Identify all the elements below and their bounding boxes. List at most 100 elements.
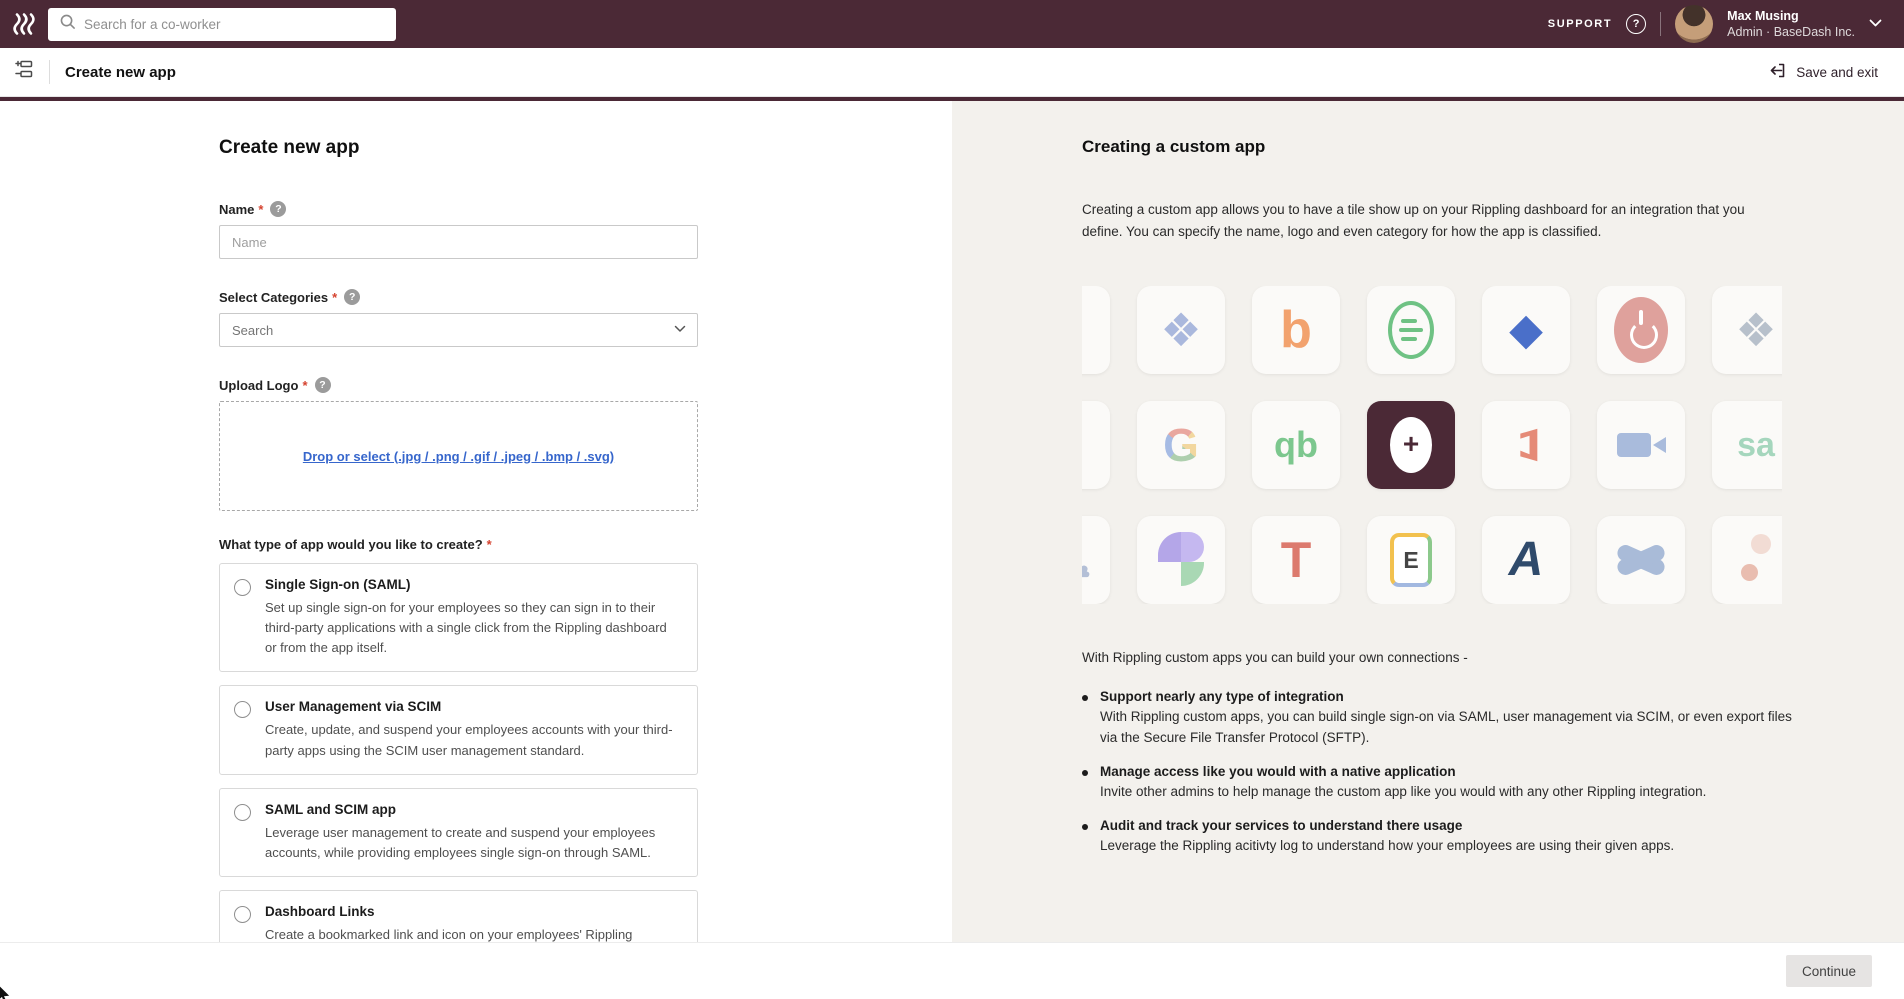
app-qb-tile: qb bbox=[1252, 401, 1340, 489]
option-description: Set up single sign-on for your employees… bbox=[265, 598, 679, 658]
app-a-icon: A bbox=[1509, 536, 1544, 584]
mouse-cursor bbox=[0, 984, 15, 999]
save-and-exit-label: Save and exit bbox=[1796, 65, 1878, 80]
app-sa-icon: sa bbox=[1737, 428, 1775, 462]
option-title: Dashboard Links bbox=[265, 904, 679, 919]
user-avatar[interactable] bbox=[1675, 5, 1713, 43]
custom-app-icon: + bbox=[1390, 417, 1432, 473]
info-heading: Creating a custom app bbox=[1082, 137, 1904, 157]
app-b-icon: b bbox=[1280, 304, 1312, 356]
app-cloud-icon: ☁ bbox=[1082, 534, 1092, 586]
app-lines-oval-tile bbox=[1367, 286, 1455, 374]
option-title: SAML and SCIM app bbox=[265, 802, 679, 817]
app-cloud-tile: ☁ bbox=[1082, 516, 1110, 604]
topbar-divider bbox=[1660, 12, 1661, 36]
app-diamonds-icon: ❖ bbox=[1735, 307, 1776, 353]
radio-button[interactable] bbox=[234, 906, 251, 923]
app-t-tile: T bbox=[1252, 516, 1340, 604]
support-help-icon[interactable]: ? bbox=[1626, 14, 1646, 34]
bullet-audit-track: Audit and track your services to underst… bbox=[1082, 818, 1792, 857]
app-diamonds-tile: ❖ bbox=[1712, 286, 1782, 374]
page-header: Create new app Save and exit bbox=[0, 48, 1904, 97]
categories-label: Select Categories bbox=[219, 290, 328, 305]
app-grid-inner: 1❖b◆❖roGqb+sa☁TEA bbox=[1082, 286, 1782, 604]
bullet-title: Audit and track your services to underst… bbox=[1100, 818, 1674, 833]
app-type-question: What type of app would you like to creat… bbox=[219, 537, 483, 552]
app-icon-grid: 1❖b◆❖roGqb+sa☁TEA bbox=[1082, 286, 1782, 604]
app-t-icon: T bbox=[1281, 535, 1312, 585]
app-qb-icon: qb bbox=[1274, 427, 1318, 463]
option-saml-and-scim[interactable]: SAML and SCIM app Leverage user manageme… bbox=[219, 788, 698, 877]
chevron-down-icon[interactable] bbox=[1869, 15, 1882, 33]
app-petals-tile bbox=[1137, 516, 1225, 604]
app-a-tile: A bbox=[1482, 516, 1570, 604]
option-single-sign-on-saml[interactable]: Single Sign-on (SAML) Set up single sign… bbox=[219, 563, 698, 672]
required-asterisk: * bbox=[258, 202, 263, 217]
app-ro-tile: ro bbox=[1082, 401, 1110, 489]
categories-field-group: Select Categories * ? bbox=[219, 289, 698, 347]
bullet-body: Leverage the Rippling acitivty log to un… bbox=[1100, 836, 1674, 857]
app-dots-icon bbox=[1741, 532, 1771, 588]
user-name: Max Musing bbox=[1727, 8, 1855, 24]
app-e-icon: E bbox=[1390, 533, 1432, 587]
coworker-search[interactable] bbox=[48, 8, 396, 41]
exit-icon bbox=[1768, 61, 1787, 83]
option-dashboard-links[interactable]: Dashboard Links Create a bookmarked link… bbox=[219, 890, 698, 942]
bullet-title: Manage access like you would with a nati… bbox=[1100, 764, 1706, 779]
app-power-icon bbox=[1614, 297, 1668, 363]
option-description: Leverage user management to create and s… bbox=[265, 823, 679, 863]
create-app-list-icon[interactable] bbox=[13, 59, 34, 85]
logo-dropzone[interactable]: Drop or select (.jpg / .png / .gif / .jp… bbox=[219, 401, 698, 511]
required-asterisk: * bbox=[302, 378, 307, 393]
logo-help-icon[interactable]: ? bbox=[315, 377, 331, 393]
top-bar: SUPPORT ? Max Musing Admin · BaseDash In… bbox=[0, 0, 1904, 48]
radio-button[interactable] bbox=[234, 701, 251, 718]
categories-select[interactable] bbox=[219, 313, 698, 347]
app-office-tile bbox=[1482, 401, 1570, 489]
name-help-icon[interactable]: ? bbox=[270, 201, 286, 217]
wizard-footer: Continue bbox=[0, 942, 1904, 999]
app-lines-oval-icon bbox=[1388, 301, 1434, 359]
name-input[interactable] bbox=[219, 225, 698, 259]
bullet-icon bbox=[1082, 695, 1088, 701]
app-power-tile bbox=[1597, 286, 1685, 374]
bullet-body: Invite other admins to help manage the c… bbox=[1100, 782, 1706, 803]
app-b-tile: b bbox=[1252, 286, 1340, 374]
rippling-logo[interactable] bbox=[12, 11, 38, 37]
bullet-integration: Support nearly any type of integration W… bbox=[1082, 689, 1792, 749]
app-videocam-icon bbox=[1617, 433, 1651, 457]
bullet-icon bbox=[1082, 770, 1088, 776]
continue-button[interactable]: Continue bbox=[1786, 955, 1872, 987]
bullet-manage-access: Manage access like you would with a nati… bbox=[1082, 764, 1792, 803]
connections-line: With Rippling custom apps you can build … bbox=[1082, 650, 1904, 665]
app-e-tile: E bbox=[1367, 516, 1455, 604]
option-title: Single Sign-on (SAML) bbox=[265, 577, 679, 592]
app-one-tile: 1 bbox=[1082, 286, 1110, 374]
logo-upload-link[interactable]: Drop or select (.jpg / .png / .gif / .jp… bbox=[303, 449, 614, 464]
option-user-management-scim[interactable]: User Management via SCIM Create, update,… bbox=[219, 685, 698, 774]
user-role: Admin · BaseDash Inc. bbox=[1727, 24, 1855, 40]
app-google-icon: G bbox=[1163, 422, 1199, 468]
app-x-icon bbox=[1616, 537, 1666, 583]
app-videocam-tile bbox=[1597, 401, 1685, 489]
search-icon bbox=[59, 13, 76, 35]
app-ro-icon: ro bbox=[1082, 428, 1083, 462]
logo-field-group: Upload Logo * ? Drop or select (.jpg / .… bbox=[219, 377, 698, 511]
account-menu[interactable]: Max Musing Admin · BaseDash Inc. bbox=[1727, 8, 1855, 41]
option-title: User Management via SCIM bbox=[265, 699, 679, 714]
required-asterisk: * bbox=[487, 537, 492, 552]
save-and-exit-button[interactable]: Save and exit bbox=[1768, 61, 1878, 83]
page-title: Create new app bbox=[65, 64, 176, 81]
support-link[interactable]: SUPPORT bbox=[1548, 18, 1612, 30]
radio-button[interactable] bbox=[234, 804, 251, 821]
option-description: Create, update, and suspend your employe… bbox=[265, 720, 679, 760]
radio-button[interactable] bbox=[234, 579, 251, 596]
upload-logo-label: Upload Logo bbox=[219, 378, 298, 393]
app-petals-icon bbox=[1158, 532, 1204, 588]
bullet-body: With Rippling custom apps, you can build… bbox=[1100, 707, 1792, 749]
categories-help-icon[interactable]: ? bbox=[344, 289, 360, 305]
search-input[interactable] bbox=[84, 17, 385, 32]
app-dots-tile bbox=[1712, 516, 1782, 604]
header-divider bbox=[49, 60, 50, 84]
app-x-tile bbox=[1597, 516, 1685, 604]
